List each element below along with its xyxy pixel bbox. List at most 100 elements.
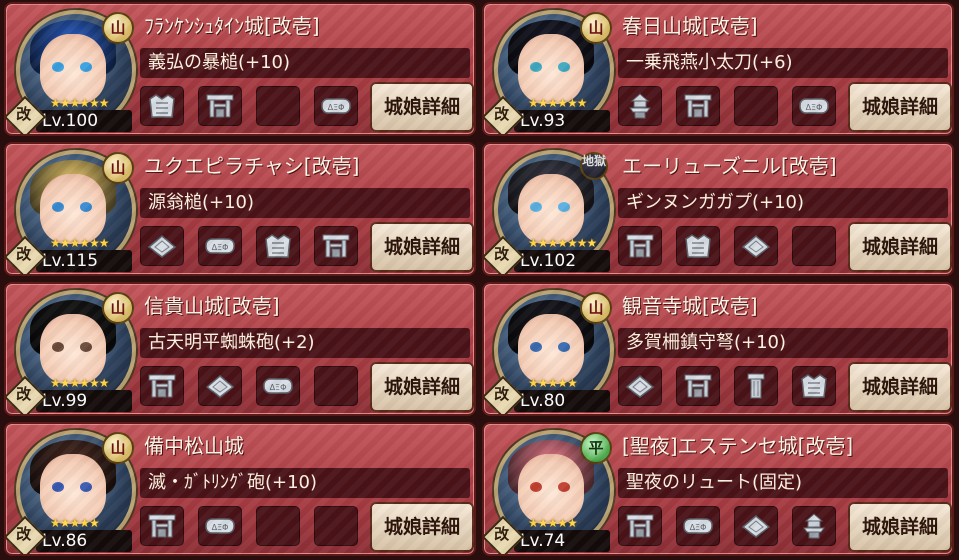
- kai-label: 改: [16, 104, 32, 123]
- equip-slot-empty[interactable]: [256, 506, 300, 546]
- castle-card[interactable]: 山 ★★★★★★ Lv.93 改 春日山城[改壱] 一乗飛燕小太刀(+6) ΔΞ…: [482, 2, 954, 136]
- castle-card[interactable]: 山 ★★★★★★ Lv.115 改 ユクエピラチャシ[改壱] 源翁槌(+10) …: [4, 142, 476, 276]
- weapon-name: 源翁槌(+10): [140, 188, 470, 218]
- weapon-name: 古天明平蜘蛛砲(+2): [140, 328, 470, 358]
- castle-name: 観音寺城[改壱]: [622, 294, 758, 318]
- portrait-eye-right: [80, 342, 92, 352]
- portrait-eye-right: [558, 342, 570, 352]
- portrait-eye-right: [558, 482, 570, 492]
- equip-slot-gate-icon[interactable]: [676, 86, 720, 126]
- equip-slot-empty[interactable]: [314, 366, 358, 406]
- level-label: Lv.86: [36, 530, 132, 552]
- kai-label: 改: [494, 104, 510, 123]
- level-label: Lv.100: [36, 110, 132, 132]
- terrain-badge-icon: 山: [580, 12, 612, 44]
- character-portrait[interactable]: 山 ★★★★★★ Lv.115 改: [6, 148, 136, 274]
- rarity-stars: ★★★★★: [528, 376, 578, 390]
- equip-slot-gate-icon[interactable]: [314, 226, 358, 266]
- character-portrait[interactable]: 山 ★★★★★ Lv.80 改: [484, 288, 614, 414]
- character-portrait[interactable]: 山 ★★★★★★ Lv.99 改: [6, 288, 136, 414]
- equip-slot-gate-icon[interactable]: [618, 226, 662, 266]
- kai-label: 改: [494, 524, 510, 543]
- detail-button[interactable]: 城娘詳細: [848, 502, 952, 552]
- rarity-stars: ★★★★★: [528, 516, 578, 530]
- detail-button[interactable]: 城娘詳細: [848, 82, 952, 132]
- equip-slot-tower-icon[interactable]: [792, 506, 836, 546]
- equip-slot-wall-icon[interactable]: [140, 226, 184, 266]
- equip-slot-wall-icon[interactable]: [734, 226, 778, 266]
- portrait-face: [40, 454, 106, 524]
- castle-card[interactable]: 山 ★★★★★★ Lv.100 改 ﾌﾗﾝｹﾝｼｭﾀｲﾝ城[改壱] 義弘の暴槌(…: [4, 2, 476, 136]
- kai-label: 改: [16, 524, 32, 543]
- castle-name: エーリューズニル[改壱]: [622, 154, 837, 178]
- detail-button[interactable]: 城娘詳細: [370, 362, 474, 412]
- detail-button[interactable]: 城娘詳細: [848, 362, 952, 412]
- character-portrait[interactable]: 山 ★★★★★ Lv.86 改: [6, 428, 136, 554]
- weapon-name: 多賀柵鎮守弩(+10): [618, 328, 948, 358]
- level-label: Lv.93: [514, 110, 610, 132]
- equip-slot-tower-icon[interactable]: [618, 86, 662, 126]
- detail-button[interactable]: 城娘詳細: [370, 82, 474, 132]
- portrait-eye-left: [52, 202, 64, 212]
- equip-slot-empty[interactable]: [314, 506, 358, 546]
- level-label: Lv.74: [514, 530, 610, 552]
- equip-slot-empty[interactable]: [792, 226, 836, 266]
- svg-text:ΔΞΦ: ΔΞΦ: [690, 523, 707, 532]
- castle-card[interactable]: 地獄 ★★★★★★★ Lv.102 改 エーリューズニル[改壱] ギンヌンガガプ…: [482, 142, 954, 276]
- character-portrait[interactable]: 平 ★★★★★ Lv.74 改: [484, 428, 614, 554]
- portrait-eye-left: [530, 482, 542, 492]
- castle-card[interactable]: 山 ★★★★★ Lv.80 改 観音寺城[改壱] 多賀柵鎮守弩(+10) 城娘詳…: [482, 282, 954, 416]
- svg-text:ΔΞΦ: ΔΞΦ: [212, 243, 229, 252]
- equip-slot-gate-icon[interactable]: [140, 366, 184, 406]
- portrait-face: [518, 34, 584, 104]
- level-label: Lv.115: [36, 250, 132, 272]
- equip-slot-ring-icon[interactable]: ΔΞΦ: [314, 86, 358, 126]
- portrait-eye-left: [530, 342, 542, 352]
- equip-slot-ring-icon[interactable]: ΔΞΦ: [256, 366, 300, 406]
- portrait-eye-right: [80, 202, 92, 212]
- detail-button[interactable]: 城娘詳細: [370, 222, 474, 272]
- equip-slot-ring-icon[interactable]: ΔΞΦ: [676, 506, 720, 546]
- equip-slot-gate-icon[interactable]: [198, 86, 242, 126]
- character-portrait[interactable]: 山 ★★★★★★ Lv.93 改: [484, 8, 614, 134]
- equip-slot-pillar-icon[interactable]: [734, 366, 778, 406]
- equip-slot-wall-icon[interactable]: [618, 366, 662, 406]
- weapon-name: 滅・ｶﾞﾄﾘﾝｸﾞ砲(+10): [140, 468, 470, 498]
- equip-slot-armor-icon[interactable]: [140, 86, 184, 126]
- portrait-eye-right: [558, 202, 570, 212]
- equip-slot-empty[interactable]: [734, 86, 778, 126]
- kai-label: 改: [16, 384, 32, 403]
- castle-card[interactable]: 平 ★★★★★ Lv.74 改 [聖夜]エステンセ城[改壱] 聖夜のリュート(固…: [482, 422, 954, 556]
- equip-slot-wall-icon[interactable]: [734, 506, 778, 546]
- equip-slot-armor-icon[interactable]: [256, 226, 300, 266]
- detail-button[interactable]: 城娘詳細: [370, 502, 474, 552]
- level-label: Lv.102: [514, 250, 610, 272]
- portrait-face: [40, 34, 106, 104]
- rarity-stars: ★★★★★★: [50, 96, 110, 110]
- detail-button[interactable]: 城娘詳細: [848, 222, 952, 272]
- portrait-eye-right: [558, 62, 570, 72]
- castle-girl-list: 山 ★★★★★★ Lv.100 改 ﾌﾗﾝｹﾝｼｭﾀｲﾝ城[改壱] 義弘の暴槌(…: [0, 0, 959, 560]
- castle-name: 春日山城[改壱]: [622, 14, 758, 38]
- equip-slot-gate-icon[interactable]: [618, 506, 662, 546]
- svg-text:ΔΞΦ: ΔΞΦ: [270, 383, 287, 392]
- svg-text:ΔΞΦ: ΔΞΦ: [806, 103, 823, 112]
- equip-slot-armor-icon[interactable]: [792, 366, 836, 406]
- equip-slot-ring-icon[interactable]: ΔΞΦ: [792, 86, 836, 126]
- castle-card[interactable]: 山 ★★★★★★ Lv.99 改 信貴山城[改壱] 古天明平蜘蛛砲(+2) ΔΞ…: [4, 282, 476, 416]
- equip-slot-empty[interactable]: [256, 86, 300, 126]
- character-portrait[interactable]: 地獄 ★★★★★★★ Lv.102 改: [484, 148, 614, 274]
- equip-slot-wall-icon[interactable]: [198, 366, 242, 406]
- terrain-badge-icon: 山: [102, 12, 134, 44]
- character-portrait[interactable]: 山 ★★★★★★ Lv.100 改: [6, 8, 136, 134]
- kai-label: 改: [494, 384, 510, 403]
- kai-label: 改: [16, 244, 32, 263]
- equip-slot-gate-icon[interactable]: [676, 366, 720, 406]
- rarity-stars: ★★★★★★★: [528, 236, 597, 250]
- rarity-stars: ★★★★★★: [50, 236, 110, 250]
- equip-slot-armor-icon[interactable]: [676, 226, 720, 266]
- castle-card[interactable]: 山 ★★★★★ Lv.86 改 備中松山城 滅・ｶﾞﾄﾘﾝｸﾞ砲(+10) ΔΞ…: [4, 422, 476, 556]
- equip-slot-ring-icon[interactable]: ΔΞΦ: [198, 506, 242, 546]
- equip-slot-gate-icon[interactable]: [140, 506, 184, 546]
- equip-slot-ring-icon[interactable]: ΔΞΦ: [198, 226, 242, 266]
